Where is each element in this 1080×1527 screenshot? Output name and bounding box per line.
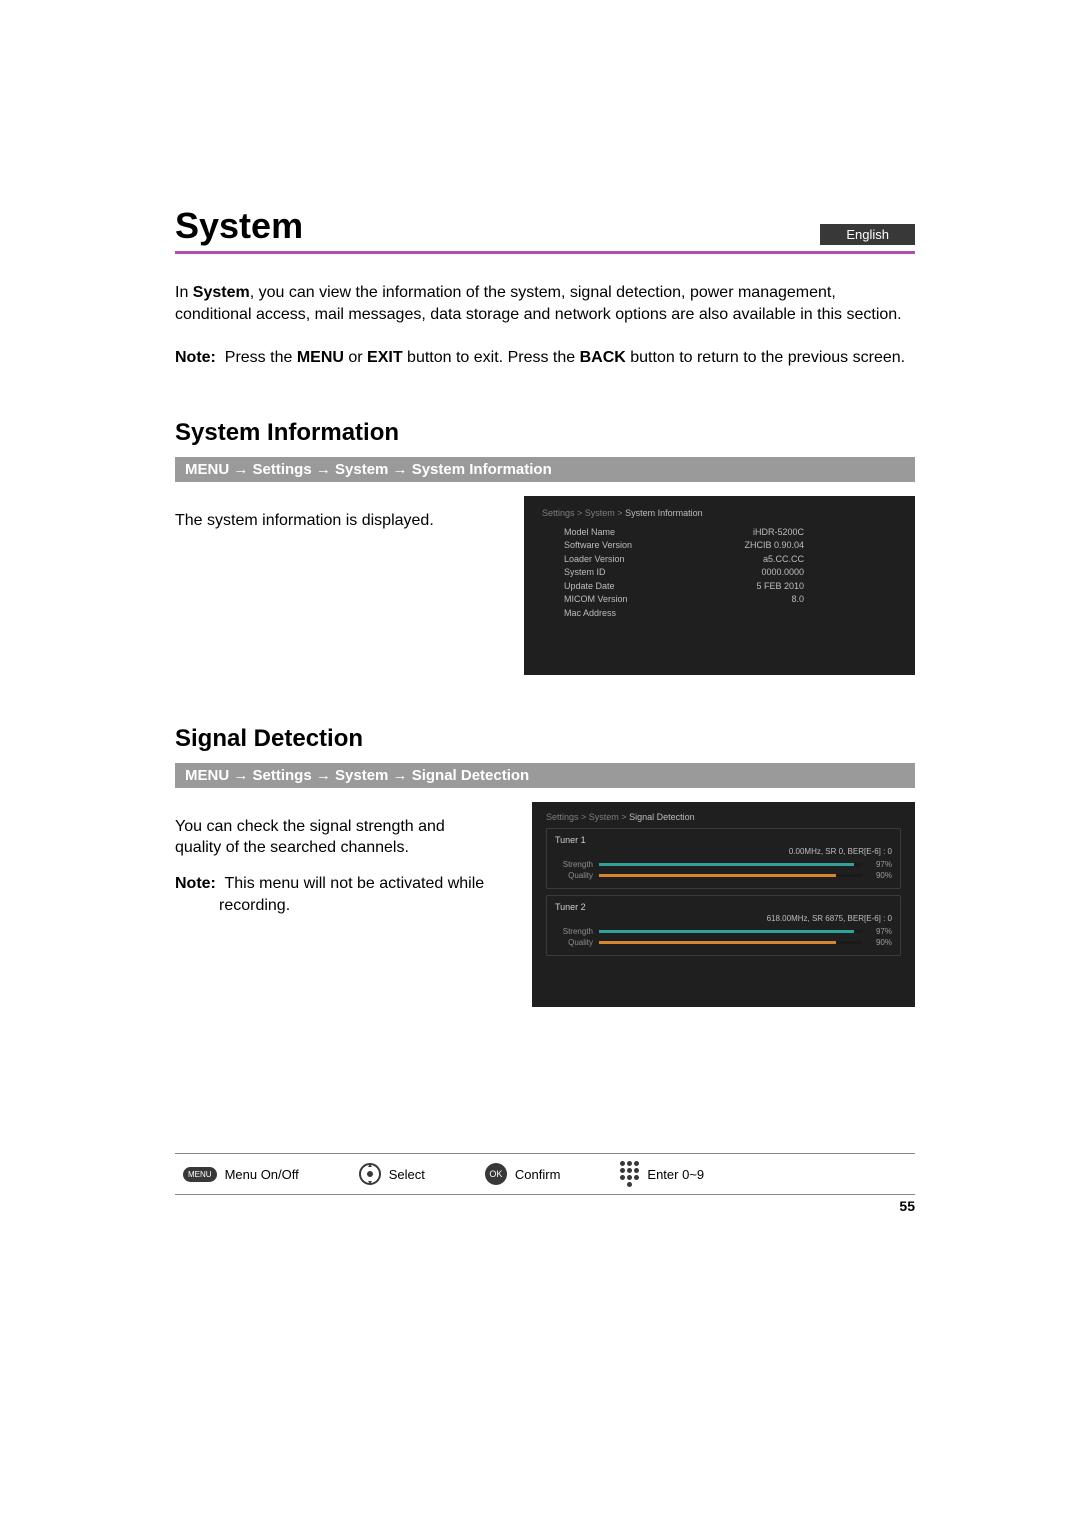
- ok-icon: OK: [485, 1163, 507, 1185]
- footer-item-enter: Enter 0~9: [620, 1161, 704, 1187]
- tuner-block: Tuner 2618.00MHz, SR 6875, BER[E-6] : 0S…: [546, 895, 901, 956]
- language-badge: English: [820, 224, 915, 245]
- accent-underline: [175, 251, 915, 254]
- intro-paragraph: In System, you can view the information …: [175, 282, 915, 325]
- page-content: System English In System, you can view t…: [175, 205, 915, 1007]
- sysinfo-row-item: Update Date5 FEB 2010: [564, 580, 804, 594]
- intro-note: Note: Press the MENU or EXIT button to e…: [175, 347, 915, 369]
- sysinfo-row-item: Software VersionZHCIB 0.90.04: [564, 539, 804, 553]
- signal-text: You can check the signal strength and qu…: [175, 816, 485, 859]
- footer-label: Menu On/Off: [225, 1167, 299, 1182]
- footer-label: Enter 0~9: [647, 1167, 704, 1182]
- sysinfo-row-item: System ID0000.0000: [564, 566, 804, 580]
- sysinfo-screen-breadcrumb: Settings > System > System Information: [542, 508, 897, 518]
- sysinfo-row: The system information is displayed. Set…: [175, 496, 915, 675]
- footer-bar: MENU Menu On/Off Select OK Confirm Enter…: [175, 1153, 915, 1195]
- numpad-icon: [620, 1161, 639, 1187]
- footer-item-select: Select: [359, 1163, 425, 1185]
- sysinfo-screenshot: Settings > System > System Information M…: [524, 496, 915, 675]
- footer-item-confirm: OK Confirm: [485, 1163, 561, 1185]
- signal-row: You can check the signal strength and qu…: [175, 802, 915, 1007]
- signal-screenshot: Settings > System > Signal Detection Tun…: [532, 802, 915, 1007]
- footer-label: Confirm: [515, 1167, 561, 1182]
- sysinfo-row-item: MICOM Version8.0: [564, 593, 804, 607]
- sysinfo-table: Model NameiHDR-5200CSoftware VersionZHCI…: [542, 526, 897, 621]
- sysinfo-row-item: Model NameiHDR-5200C: [564, 526, 804, 540]
- section-heading-signal-detection: Signal Detection: [175, 725, 915, 753]
- sysinfo-row-item: Loader Versiona5.CC.CC: [564, 553, 804, 567]
- footer-label: Select: [389, 1167, 425, 1182]
- signal-screen-breadcrumb: Settings > System > Signal Detection: [546, 812, 901, 822]
- signal-note: Note: This menu will not be activated wh…: [175, 873, 485, 916]
- dpad-icon: [359, 1163, 381, 1185]
- page-number: 55: [899, 1198, 915, 1214]
- menu-icon: MENU: [183, 1167, 217, 1182]
- section-heading-system-information: System Information: [175, 419, 915, 447]
- page-title: System: [175, 205, 303, 247]
- sysinfo-text: The system information is displayed.: [175, 510, 485, 532]
- breadcrumb-path-sysinfo: MENU → Settings → System → System Inform…: [175, 457, 915, 482]
- signal-tuner-list: Tuner 10.00MHz, SR 0, BER[E-6] : 0Streng…: [546, 828, 901, 956]
- breadcrumb-path-signal: MENU → Settings → System → Signal Detect…: [175, 763, 915, 788]
- footer-item-menu: MENU Menu On/Off: [183, 1167, 299, 1182]
- title-row: System English: [175, 205, 915, 253]
- tuner-block: Tuner 10.00MHz, SR 0, BER[E-6] : 0Streng…: [546, 828, 901, 889]
- sysinfo-row-item: Mac Address: [564, 607, 804, 621]
